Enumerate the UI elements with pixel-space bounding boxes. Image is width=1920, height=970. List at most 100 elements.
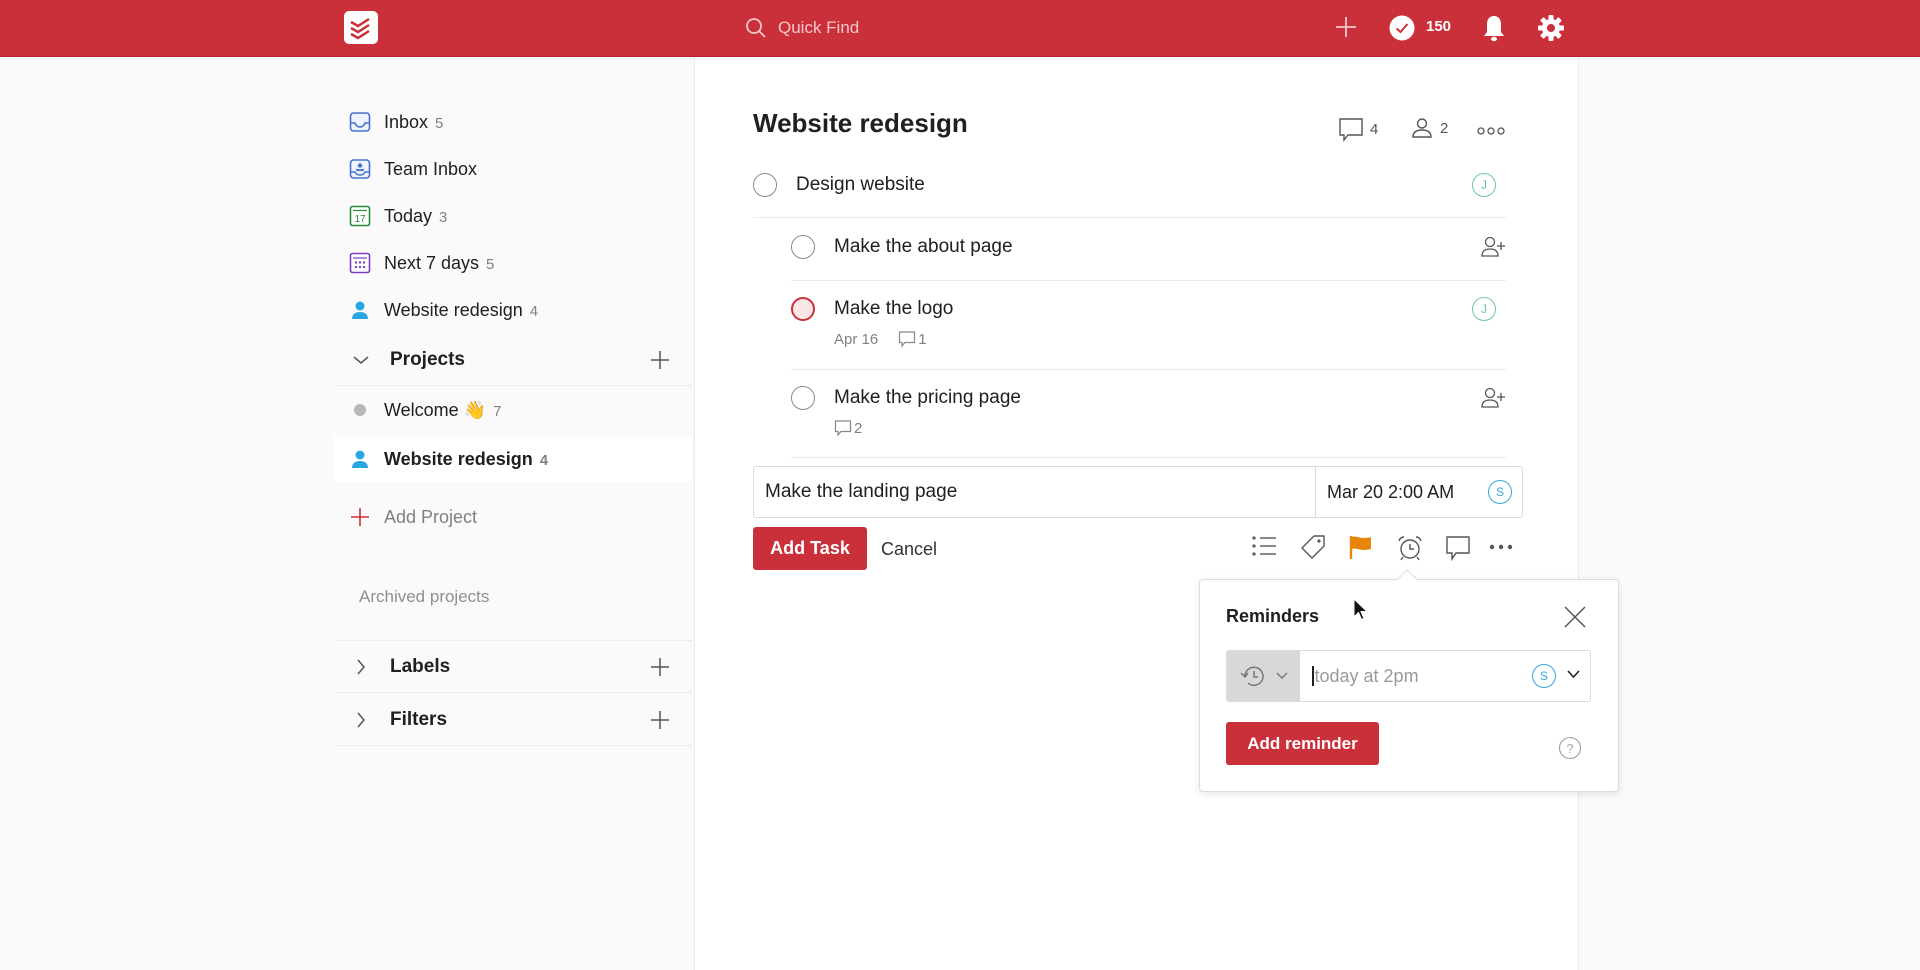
task-title[interactable]: Make the logo bbox=[834, 297, 953, 321]
comment-icon bbox=[898, 330, 916, 348]
add-reminder-button[interactable]: Add reminder bbox=[1226, 722, 1379, 765]
task-checkbox-priority-1[interactable] bbox=[791, 297, 815, 321]
sidebar-item-today[interactable]: 17 Today 3 bbox=[334, 194, 692, 238]
projects-header-label: Projects bbox=[390, 348, 465, 370]
reminder-time-input[interactable]: today at 2pm S bbox=[1300, 651, 1590, 701]
search-placeholder: Quick Find bbox=[778, 18, 860, 37]
task-checkbox[interactable] bbox=[791, 386, 815, 410]
mouse-cursor-icon bbox=[1353, 598, 1369, 622]
task-row[interactable]: Make the about page bbox=[791, 235, 1506, 281]
sidebar-item-website-redesign[interactable]: Website redesign 4 bbox=[334, 288, 692, 332]
person-icon bbox=[348, 447, 372, 471]
person-icon bbox=[348, 298, 372, 322]
sidebar-item-label: Today bbox=[384, 205, 433, 226]
quick-find[interactable]: Quick Find bbox=[744, 14, 1144, 42]
due-date-input[interactable]: Mar 20 2:00 AM S bbox=[1315, 467, 1522, 517]
todoist-logo-icon[interactable] bbox=[344, 11, 378, 44]
task-title[interactable]: Make the about page bbox=[834, 235, 1013, 259]
text-caret bbox=[1312, 666, 1314, 686]
sidebar-item-label: Next 7 days bbox=[384, 252, 480, 273]
assign-person-plus-icon[interactable] bbox=[1480, 386, 1506, 410]
comment-count[interactable]: 1 bbox=[918, 331, 926, 348]
reminders-popover: Reminders today at 2pm S Add reminder ? bbox=[1199, 569, 1619, 792]
add-project-plus-icon[interactable] bbox=[650, 350, 670, 370]
task-checkbox[interactable] bbox=[791, 235, 815, 259]
sidebar-item-label: Website redesign bbox=[384, 299, 523, 320]
bell-icon[interactable] bbox=[1482, 14, 1506, 42]
task-content-input[interactable] bbox=[754, 467, 1315, 517]
chevron-right-icon[interactable] bbox=[352, 711, 372, 729]
sidebar-item-count: 3 bbox=[439, 208, 448, 226]
sidebar: Inbox 5 Team Inbox 17 Today 3 Next 7 day… bbox=[334, 58, 694, 970]
gear-icon[interactable] bbox=[1537, 14, 1565, 42]
search-icon bbox=[744, 16, 768, 40]
sidebar-item-count: 5 bbox=[435, 114, 444, 132]
labels-header-label: Labels bbox=[390, 655, 451, 677]
task-title[interactable]: Make the pricing page bbox=[834, 386, 1021, 410]
sidebar-item-count: 5 bbox=[486, 255, 495, 273]
project-item-website-redesign[interactable]: Website redesign 4 bbox=[334, 436, 692, 482]
assignee-avatar[interactable]: J bbox=[1472, 173, 1496, 197]
task-row[interactable]: Design website J bbox=[753, 173, 1506, 218]
projects-section-header[interactable]: Projects bbox=[334, 334, 692, 386]
add-filter-plus-icon[interactable] bbox=[650, 710, 670, 730]
assignee-avatar[interactable]: J bbox=[1472, 297, 1496, 321]
reminder-input-row: today at 2pm S bbox=[1226, 650, 1591, 702]
cancel-button[interactable]: Cancel bbox=[881, 539, 937, 560]
project-list-icon[interactable] bbox=[1251, 534, 1277, 558]
project-comments-button[interactable]: 4 bbox=[1338, 116, 1378, 142]
more-options-icon[interactable] bbox=[1477, 126, 1505, 136]
sidebar-item-label: Team Inbox bbox=[384, 158, 478, 179]
project-item-count: 4 bbox=[539, 451, 549, 469]
members-count: 2 bbox=[1440, 119, 1449, 137]
chevron-right-icon[interactable] bbox=[352, 658, 372, 676]
karma-check-icon[interactable] bbox=[1389, 15, 1415, 41]
reminder-alarm-icon[interactable] bbox=[1396, 534, 1424, 562]
filters-header-label: Filters bbox=[390, 708, 448, 730]
label-tag-icon[interactable] bbox=[1300, 534, 1326, 560]
sidebar-item-inbox[interactable]: Inbox 5 bbox=[334, 100, 692, 144]
comment-icon bbox=[1338, 116, 1364, 142]
task-checkbox[interactable] bbox=[753, 173, 777, 197]
project-item-welcome[interactable]: Welcome 👋 7 bbox=[334, 388, 692, 432]
add-project-label: Add Project bbox=[384, 506, 478, 527]
assignee-avatar[interactable]: S bbox=[1532, 664, 1556, 688]
add-label-plus-icon[interactable] bbox=[650, 657, 670, 677]
comment-count[interactable]: 2 bbox=[854, 420, 862, 437]
close-icon[interactable] bbox=[1564, 606, 1586, 628]
chevron-down-icon[interactable] bbox=[1567, 670, 1580, 679]
assignee-avatar[interactable]: S bbox=[1488, 480, 1512, 504]
sidebar-item-label: Inbox bbox=[384, 111, 429, 132]
chevron-down-icon bbox=[1276, 672, 1288, 680]
reminder-placeholder: today at 2pm bbox=[1314, 665, 1419, 686]
add-task-button[interactable]: Add Task bbox=[753, 527, 867, 570]
help-icon[interactable]: ? bbox=[1558, 736, 1582, 760]
comment-icon[interactable] bbox=[1445, 534, 1471, 562]
due-date[interactable]: Apr 16 bbox=[834, 331, 878, 348]
task-row[interactable]: Make the logo Apr 16 1 J bbox=[791, 297, 1506, 370]
comments-count: 4 bbox=[1370, 120, 1379, 138]
svg-text:17: 17 bbox=[354, 214, 366, 225]
plus-icon[interactable] bbox=[1334, 15, 1358, 39]
sidebar-item-next-7-days[interactable]: Next 7 days 5 bbox=[334, 241, 692, 285]
calendar-week-icon bbox=[348, 251, 372, 275]
task-row[interactable]: Make the pricing page 2 bbox=[791, 386, 1506, 458]
assign-person-plus-icon[interactable] bbox=[1480, 235, 1506, 259]
priority-flag-icon[interactable] bbox=[1348, 534, 1374, 560]
calendar-today-icon: 17 bbox=[348, 204, 372, 228]
due-date-text: Mar 20 2:00 AM bbox=[1327, 481, 1455, 502]
sidebar-item-team-inbox[interactable]: Team Inbox bbox=[334, 147, 692, 191]
filters-section-header[interactable]: Filters bbox=[334, 694, 692, 746]
add-project-button[interactable]: Add Project bbox=[334, 495, 692, 539]
reminder-type-dropdown[interactable] bbox=[1227, 651, 1300, 701]
project-item-count: 7 bbox=[493, 402, 502, 420]
sidebar-item-count: 4 bbox=[529, 302, 539, 320]
labels-section-header[interactable]: Labels bbox=[334, 641, 692, 693]
chevron-down-icon[interactable] bbox=[352, 354, 372, 366]
project-members-button[interactable]: 2 bbox=[1410, 116, 1448, 140]
more-icon[interactable] bbox=[1489, 544, 1513, 550]
karma-count[interactable]: 150 bbox=[1426, 18, 1451, 35]
main-panel: Website redesign 4 2 Design website J Ma… bbox=[694, 58, 1579, 970]
archived-projects-link[interactable]: Archived projects bbox=[359, 587, 489, 607]
task-title[interactable]: Design website bbox=[796, 173, 925, 197]
